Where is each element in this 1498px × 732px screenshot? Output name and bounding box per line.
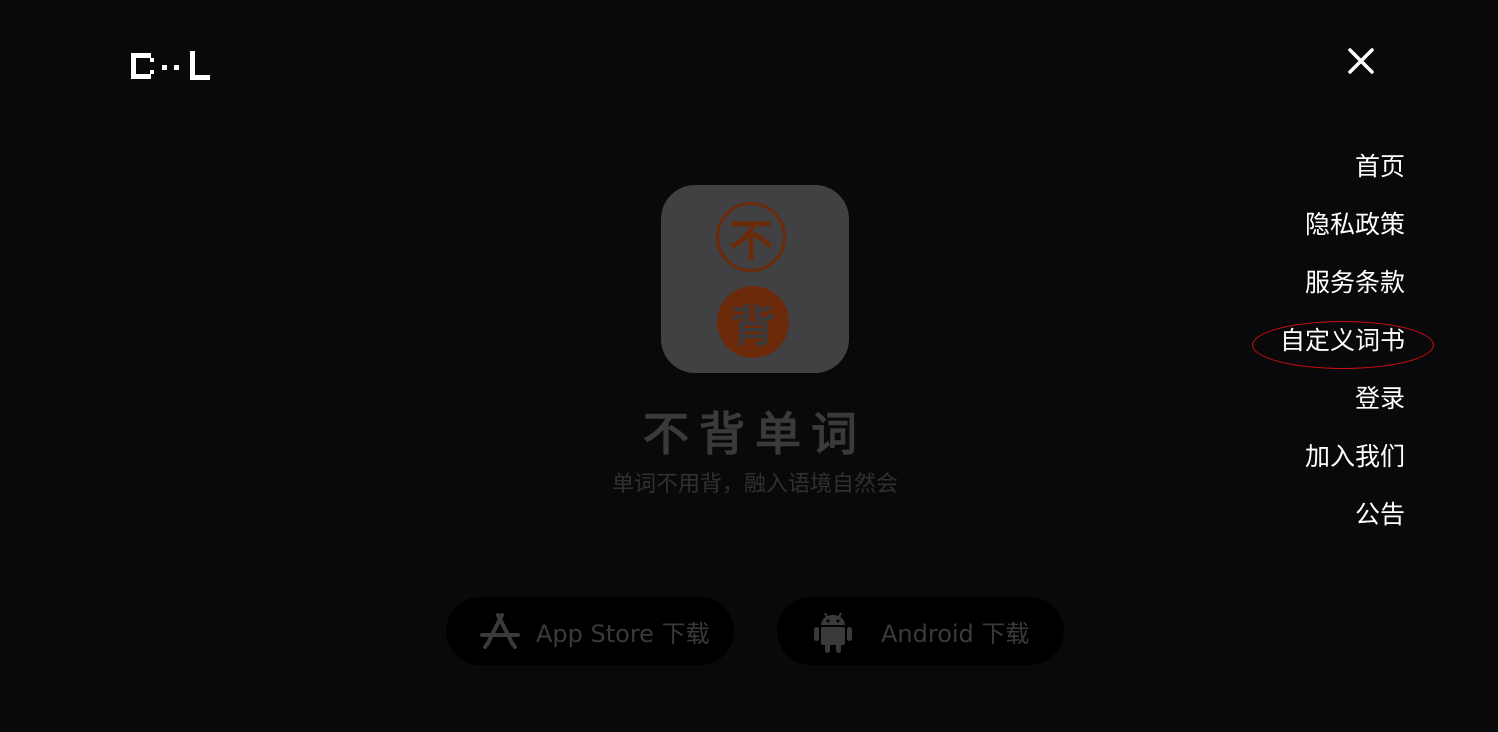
menu-item-terms-of-service[interactable]: 服务条款 [1145, 262, 1405, 320]
menu-item-join-us[interactable]: 加入我们 [1145, 436, 1405, 494]
app-icon-top-char: 不 [716, 202, 786, 272]
appstore-download-button[interactable]: App Store 下载 [446, 597, 734, 665]
appstore-download-label: App Store 下载 [536, 619, 710, 648]
menu-item-custom-wordbook[interactable]: 自定义词书 [1145, 320, 1405, 378]
app-name: 不背单词 [643, 407, 867, 461]
app-icon-bottom-char: 背 [717, 286, 789, 358]
menu-item-home[interactable]: 首页 [1145, 146, 1405, 204]
app-icon: 不 背 [661, 185, 849, 373]
menu-item-privacy-policy[interactable]: 隐私政策 [1145, 204, 1405, 262]
android-download-button[interactable]: Android 下载 [777, 597, 1064, 665]
app-store-icon [480, 613, 520, 649]
cl-logo-icon[interactable] [129, 50, 211, 84]
menu-item-announcements[interactable]: 公告 [1145, 494, 1405, 552]
android-download-label: Android 下载 [881, 619, 1030, 648]
menu-overlay-page: 不 背 不背单词 单词不用背，融入语境自然会 App Store 下载 Andr… [0, 0, 1498, 732]
main-menu: 首页 隐私政策 服务条款 自定义词书 登录 加入我们 公告 [1145, 146, 1405, 552]
android-icon [814, 612, 852, 653]
app-tagline: 单词不用背，融入语境自然会 [611, 472, 898, 497]
close-icon[interactable] [1342, 42, 1380, 80]
menu-item-login[interactable]: 登录 [1145, 378, 1405, 436]
